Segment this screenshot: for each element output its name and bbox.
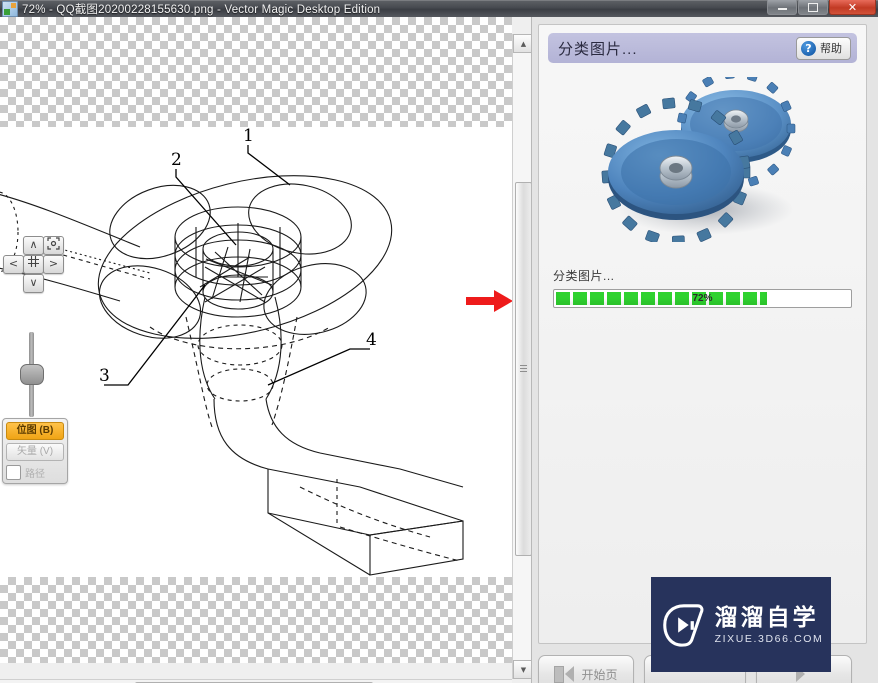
previous-icon-triangle bbox=[565, 666, 575, 682]
zoom-slider-handle[interactable] bbox=[20, 364, 44, 385]
fit-to-window-button[interactable] bbox=[43, 236, 64, 255]
zoom-slider[interactable] bbox=[20, 332, 44, 417]
watermark-en-text: ZIXUE.3D66.COM bbox=[714, 633, 824, 645]
v-scroll-thumb[interactable] bbox=[515, 182, 531, 556]
watermark-cn-text: 溜溜自学 bbox=[714, 604, 819, 630]
progress-bar: 72% bbox=[553, 289, 852, 308]
layer-bitmap-button[interactable]: 位图 (B) bbox=[6, 422, 64, 440]
fit-icon bbox=[47, 237, 60, 250]
previous-icon bbox=[554, 665, 575, 683]
v-thumb-grip bbox=[520, 365, 527, 373]
maximize-icon bbox=[808, 2, 818, 12]
pan-down-button[interactable]: ∨ bbox=[23, 274, 44, 293]
title-bar: 72% - QQ截图20200228155630.png - Vector Ma… bbox=[0, 0, 878, 17]
previous-icon-bar bbox=[554, 665, 565, 683]
minimize-icon bbox=[777, 8, 787, 10]
window-controls: ✕ bbox=[767, 0, 876, 15]
progress-label: 分类图片... bbox=[553, 269, 615, 283]
scroll-down-button[interactable]: ▼ bbox=[513, 660, 531, 679]
close-button[interactable]: ✕ bbox=[829, 0, 876, 15]
gears-illustration bbox=[539, 69, 866, 249]
vector-magic-icon bbox=[2, 0, 18, 17]
question-mark-icon: ? bbox=[801, 40, 816, 56]
panel-header: 分类图片... ? 帮助 bbox=[548, 33, 857, 63]
callout-4: 4 bbox=[366, 330, 377, 350]
center-view-button[interactable] bbox=[23, 255, 44, 274]
vector-magic-window: 72% - QQ截图20200228155630.png - Vector Ma… bbox=[0, 0, 878, 683]
progress-percent-text: 72% bbox=[692, 293, 713, 304]
help-button[interactable]: ? 帮助 bbox=[796, 36, 851, 60]
artboard: 1 2 3 4 bbox=[0, 127, 512, 577]
watermark-overlay: 溜溜自学 ZIXUE.3D66.COM bbox=[651, 577, 831, 672]
canvas-horizontal-scrollbar[interactable]: ◀ ▶ bbox=[0, 679, 512, 683]
play-button-logo-icon bbox=[662, 603, 704, 647]
progress-block: 分类图片... 72% bbox=[553, 267, 852, 308]
minimize-button[interactable] bbox=[767, 0, 797, 15]
callout-1: 1 bbox=[243, 127, 254, 146]
image-canvas-area[interactable]: 1 2 3 4 ∧ < > ∨ 位图 (B) 矢量 (V) 路径 ▲ ▼ bbox=[0, 17, 531, 683]
path-checkbox[interactable] bbox=[6, 464, 21, 480]
layer-path-row[interactable]: 路径 bbox=[6, 464, 64, 480]
panel-title: 分类图片... bbox=[558, 40, 638, 58]
layer-path-label: 路径 bbox=[25, 468, 45, 480]
start-page-label: 开始页 bbox=[581, 667, 618, 682]
navigation-pad: ∧ < > ∨ bbox=[2, 236, 68, 294]
watermark-text: 溜溜自学 ZIXUE.3D66.COM bbox=[715, 604, 824, 645]
scroll-up-button[interactable]: ▲ bbox=[513, 34, 531, 53]
callout-3: 3 bbox=[99, 366, 110, 386]
pan-up-button[interactable]: ∧ bbox=[23, 236, 44, 255]
red-arrow-annotation bbox=[466, 290, 513, 312]
layer-toggle-panel: 位图 (B) 矢量 (V) 路径 bbox=[2, 418, 68, 484]
pan-right-button[interactable]: > bbox=[43, 255, 64, 274]
maximize-button[interactable] bbox=[798, 0, 828, 15]
start-page-button[interactable]: 开始页 bbox=[538, 655, 634, 683]
layer-vector-button[interactable]: 矢量 (V) bbox=[6, 443, 64, 461]
window-title: 72% - QQ截图20200228155630.png - Vector Ma… bbox=[22, 3, 381, 16]
help-button-label: 帮助 bbox=[820, 43, 842, 55]
wireframe-drawing: 1 2 3 4 bbox=[0, 127, 464, 576]
canvas-vertical-scrollbar[interactable]: ▲ ▼ bbox=[512, 34, 531, 679]
blue-gears-icon bbox=[601, 76, 795, 242]
grid-icon bbox=[28, 256, 39, 267]
wizard-panel-body: 分类图片... ? 帮助 分类图片... 72% bbox=[538, 24, 867, 644]
close-icon: ✕ bbox=[847, 0, 858, 14]
callout-2: 2 bbox=[171, 150, 182, 170]
pan-left-button[interactable]: < bbox=[3, 255, 24, 274]
